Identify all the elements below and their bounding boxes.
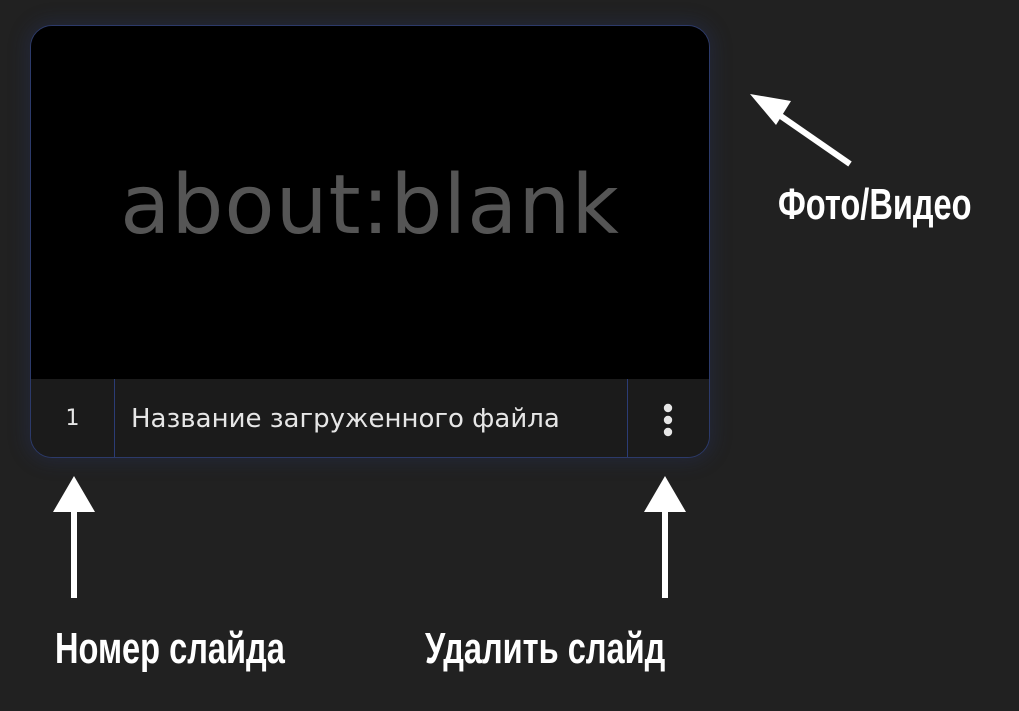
delete-slide-caption: Удалить слайд — [425, 624, 666, 673]
media-caption: Фото/Видео — [778, 180, 972, 229]
slide-number-caption: Номер слайда — [55, 624, 285, 673]
arrow-to-delete-icon — [644, 476, 686, 598]
